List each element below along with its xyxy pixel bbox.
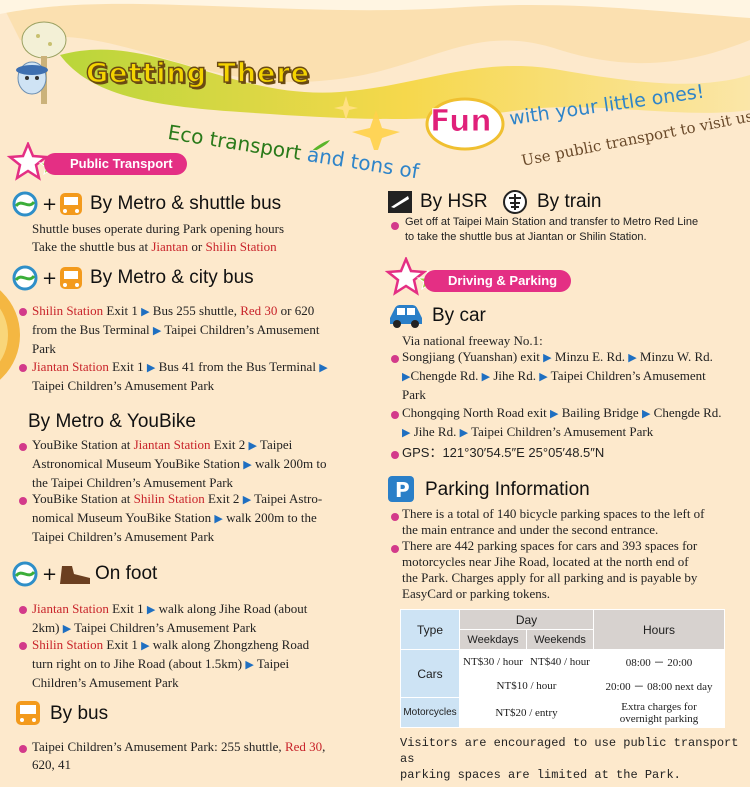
metro-shoe-icons: + (12, 561, 90, 587)
bullet-dot (19, 642, 27, 650)
cars-weekdays: NT$30 / hour (459, 649, 527, 674)
cars-weekends: NT$40 / hour (526, 649, 594, 674)
col-type: Type (400, 609, 460, 650)
heading-metro-shuttle: By Metro & shuttle bus (90, 193, 282, 214)
cars-night-hours: 20:00 － 08:00 next day (593, 673, 725, 698)
svg-text:P: P (395, 478, 410, 502)
heading-parking: Parking Information (425, 479, 590, 500)
car-route-1: Songjiang (Yuanshan) exit ▶ Minzu E. Rd.… (402, 349, 713, 402)
heading-metro-city-bus: By Metro & city bus (90, 267, 254, 288)
bullet-dot (391, 545, 399, 553)
heading-on-foot: On foot (95, 563, 158, 584)
heading-by-bus: By bus (50, 703, 109, 724)
parking-bicycle: There is a total of 140 bicycle parking … (402, 506, 705, 537)
bullet-dot (19, 497, 27, 505)
bus-item-1: Taipei Children’s Amusement Park: 255 sh… (32, 739, 326, 772)
cars-day-hours: 08:00 － 20:00 (593, 649, 725, 674)
bus-icon (16, 701, 40, 725)
youbike-item-2: YouBike Station at Shilin Station Exit 2… (32, 491, 323, 544)
bullet-dot (19, 364, 27, 372)
heading-youbike: By Metro & YouBike (28, 411, 196, 432)
svg-text:+: + (42, 194, 57, 215)
car-route-2: Chongqing North Road exit ▶ Bailing Brid… (402, 405, 722, 439)
heading-by-car: By car (432, 305, 486, 326)
city-bus-item-2: Jiantan Station Exit 1 ▶ Bus 41 from the… (32, 359, 328, 393)
footer-note: Visitors are encouraged to use public tr… (400, 736, 739, 782)
bullet-dot (391, 513, 399, 521)
foot-item-2: Shilin Station Exit 1 ▶ walk along Zhong… (32, 637, 310, 690)
metro-bus-icons: + (12, 191, 82, 217)
train-icon (503, 190, 527, 214)
parking-cars: There are 442 parking spaces for cars an… (402, 538, 698, 601)
shuttle-stations-text: Take the shuttle bus at Jiantan or Shili… (32, 239, 277, 254)
hsr-icon (388, 191, 412, 213)
cars-night-price: NT$10 / hour (459, 673, 594, 698)
svg-text:+: + (42, 268, 57, 289)
col-weekdays: Weekdays (459, 629, 527, 650)
bullet-dot (19, 606, 27, 614)
mascot-icon (16, 21, 67, 104)
city-bus-item-1: Shilin Station Exit 1 ▶ Bus 255 shuttle,… (32, 303, 320, 356)
section-public-transport: Public Transport (44, 153, 187, 175)
page-title: Getting There (85, 57, 311, 89)
moto-price: NT$20 / entry (459, 697, 594, 728)
gps-coordinates: GPS：121°30′54.5″E 25°05′48.5″N (402, 445, 605, 460)
moto-hours: Extra charges for overnight parking (593, 697, 725, 728)
hsr-text: Get off at Taipei Main Station and trans… (405, 216, 699, 243)
metro-bus-icons: + (12, 265, 82, 291)
bullet-dot (391, 222, 399, 230)
col-hours: Hours (593, 609, 725, 650)
col-day: Day (459, 609, 594, 630)
heading-hsr: By HSR (420, 191, 488, 212)
foot-item-1: Jiantan Station Exit 1 ▶ walk along Jihe… (32, 601, 308, 635)
car-icon (390, 305, 422, 328)
bullet-dot (19, 308, 27, 316)
parking-icon: P (388, 476, 414, 502)
bullet-dot (19, 443, 27, 451)
row-motorcycles: Motorcycles (400, 697, 460, 728)
youbike-item-1: YouBike Station at Jiantan Station Exit … (32, 437, 327, 490)
col-weekends: Weekends (526, 629, 594, 650)
bullet-dot (19, 745, 27, 753)
shuttle-hours-text: Shuttle buses operate during Park openin… (32, 221, 285, 236)
bullet-dot (391, 451, 399, 459)
row-cars: Cars (400, 649, 460, 698)
parking-fee-table: Type Day Hours Weekdays Weekends Cars NT… (400, 609, 725, 728)
bullet-dot (391, 355, 399, 363)
slogan-fun: Fun (430, 104, 493, 140)
bullet-dot (391, 411, 399, 419)
svg-text:+: + (42, 564, 57, 585)
section-driving-parking: Driving & Parking (424, 270, 572, 292)
heading-train: By train (537, 191, 602, 212)
